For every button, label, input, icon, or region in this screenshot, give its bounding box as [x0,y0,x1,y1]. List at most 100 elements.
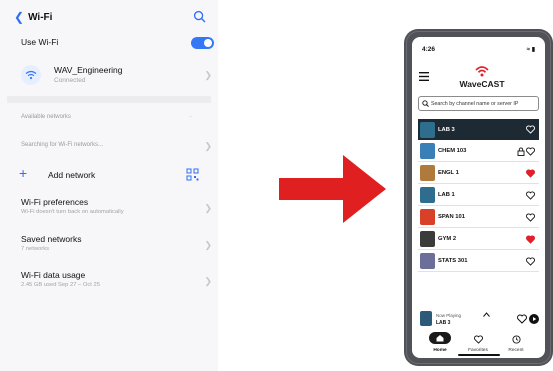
battery-wifi-icon: ≈ ▮ [526,47,535,53]
channel-name: STATS 301 [438,258,468,264]
menu-icon[interactable] [419,72,429,81]
play-icon[interactable] [529,314,539,324]
wavecast-logo: WaveCAST [452,65,512,89]
qr-code-scan-icon[interactable] [186,168,199,181]
search-icon [422,100,429,107]
logo-text: WaveCAST [459,79,505,89]
clock-icon [511,335,521,344]
channel-name: LAB 3 [438,126,455,133]
channel-row[interactable]: LAB 1 [418,185,539,206]
search-icon[interactable] [193,10,206,23]
home-indicator [458,354,500,356]
channel-thumbnail [420,143,435,159]
plus-icon[interactable]: + [19,166,27,180]
channel-name: ENGL 1 [438,170,459,176]
channel-actions [526,190,535,200]
channel-row[interactable]: ENGL 1 [418,163,539,184]
channel-thumbnail [420,209,435,225]
status-bar: 4:26 ≈ ▮ [422,46,535,55]
back-icon[interactable]: ❮ [14,11,24,23]
wifi-header: ❮ Wi-Fi [14,10,206,24]
heart-outline-icon[interactable] [526,256,535,266]
heart-outline-icon[interactable] [526,190,535,200]
channel-name: LAB 1 [438,192,455,198]
use-wifi-label: Use Wi-Fi [21,37,59,47]
connected-network-item[interactable]: WAV_Engineering Connected [54,65,204,84]
page-title: Wi-Fi [28,11,53,23]
now-playing-bar[interactable]: Now Playing LAB 3 [418,310,539,328]
wifi-preferences-item[interactable]: Wi-Fi preferences Wi-Fi doesn't turn bac… [21,197,201,215]
channel-thumbnail [420,187,435,203]
channel-actions [526,234,535,244]
channel-name: GYM 2 [438,236,457,242]
section-divider [7,96,211,103]
channel-actions [526,168,535,178]
chevron-right-icon: ❯ [204,240,212,250]
status-time: 4:26 [422,46,436,53]
chevron-right-icon: ❯ [204,276,212,286]
channel-row[interactable]: GYM 2 [418,229,539,250]
toggle-knob [204,39,212,47]
channel-thumbnail [420,121,435,138]
lock-icon [517,147,525,156]
chevron-right-icon: ❯ [204,141,212,151]
channel-row[interactable]: LAB 3 [418,119,539,140]
channel-row[interactable]: SPAN 101 [418,207,539,228]
right-arrow-icon [279,155,386,223]
heart-filled-icon[interactable] [526,234,535,244]
network-name: WAV_Engineering [54,65,123,75]
use-wifi-toggle[interactable] [191,37,214,49]
scan-indicator-icon: . [190,113,192,119]
channel-name: SPAN 101 [438,214,465,220]
saved-networks-item[interactable]: Saved networks 7 networks [21,234,201,252]
broadcast-icon [475,66,489,77]
network-status: Connected [54,77,86,84]
add-network-label: Add network [48,170,96,180]
channel-actions [517,146,535,156]
chevron-right-icon: ❯ [204,70,212,80]
channel-actions [526,125,535,134]
add-network-item[interactable]: Add network [48,170,228,180]
available-networks-label: Available networks [21,114,71,120]
now-playing-thumbnail [420,311,432,326]
home-icon [436,335,444,342]
use-wifi-row[interactable]: Use Wi-Fi [21,37,201,47]
channel-search-field[interactable] [418,96,539,111]
wifi-data-usage-title: Wi-Fi data usage [21,270,86,280]
tab-home[interactable]: Home [422,332,458,358]
channel-row[interactable]: CHEM 103 [418,141,539,162]
wavecast-app-screen: 4:26 ≈ ▮ WaveCAST LAB 3 CHEM 103 ENGL 1 LAB… [412,37,545,358]
heart-outline-icon[interactable] [526,212,535,222]
tab-recent[interactable]: Recent [498,332,534,358]
wifi-preferences-title: Wi-Fi preferences [21,197,89,207]
now-playing-label: Now Playing [436,313,462,318]
channel-row[interactable]: STATS 301 [418,251,539,272]
wifi-settings-screen: ❮ Wi-Fi Use Wi-Fi WAV_Engineering Connec… [0,0,218,371]
saved-networks-subtitle: 7 networks [21,246,50,252]
chevron-up-icon[interactable] [483,312,490,317]
tab-label: Recent [508,348,524,353]
wifi-data-usage-item[interactable]: Wi-Fi data usage 2.45 GB used Sep 27 – O… [21,270,201,288]
heart-outline-icon[interactable] [517,314,527,324]
saved-networks-title: Saved networks [21,234,82,244]
now-playing-channel: LAB 3 [436,320,451,326]
wifi-preferences-subtitle: Wi-Fi doesn't turn back on automatically [21,209,124,215]
heart-outline-icon[interactable] [526,146,535,156]
search-input[interactable] [430,100,538,107]
wifi-icon [21,65,41,85]
chevron-right-icon: ❯ [204,203,212,213]
channel-name: CHEM 103 [438,148,467,154]
channel-thumbnail [420,165,435,181]
channel-thumbnail [420,253,435,269]
tab-label: Home [433,348,447,353]
channel-thumbnail [420,231,435,247]
wifi-data-usage-subtitle: 2.45 GB used Sep 27 – Oct 25 [21,282,100,288]
channel-actions [526,256,535,266]
heart-outline-icon[interactable] [526,125,535,134]
searching-label: Searching for Wi-Fi networks... [21,142,104,148]
heart-icon [473,335,483,344]
channel-actions [526,212,535,222]
phone-device: 4:26 ≈ ▮ WaveCAST LAB 3 CHEM 103 ENGL 1 LAB… [404,29,553,366]
tab-label: Favorites [468,348,488,353]
heart-filled-icon[interactable] [526,168,535,178]
